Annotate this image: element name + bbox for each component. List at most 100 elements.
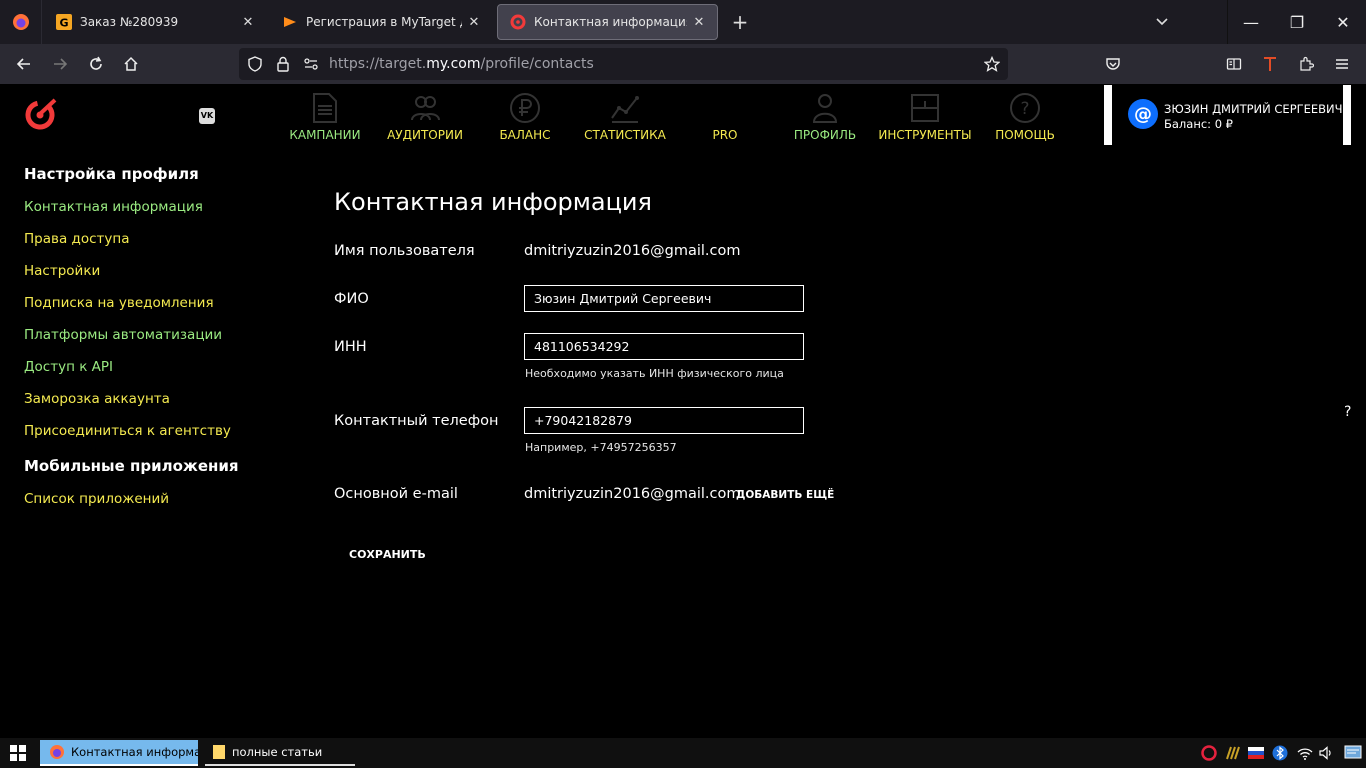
phone-hint: Например, +74957256357 (525, 441, 677, 454)
url-host: my.com (426, 56, 481, 72)
lock-icon[interactable] (271, 52, 295, 76)
phone-label: Контактный телефон (334, 413, 499, 429)
winrar-tray-icon[interactable] (1224, 743, 1242, 763)
page-title: Контактная информация (334, 188, 652, 216)
mytarget-favicon-icon (510, 14, 526, 30)
opera-tray-icon[interactable] (1200, 743, 1218, 763)
notes-icon (213, 745, 225, 759)
sidebar-item-join-agency[interactable]: Присоединиться к агентству (24, 423, 231, 439)
phone-input[interactable] (524, 407, 804, 434)
mail-at-icon: @ (1128, 99, 1158, 129)
menu-statistics[interactable]: СТАТИСТИКА (575, 88, 675, 142)
taskbar-label: полные статьи (232, 745, 323, 759)
wifi-icon[interactable] (1296, 743, 1314, 763)
tab-registration[interactable]: Регистрация в MyTarget для ф ✕ (270, 4, 492, 40)
inn-hint: Необходимо указать ИНН физического лица (525, 367, 784, 380)
help-icon: ? (975, 88, 1075, 128)
sidebar-item-notifications[interactable]: Подписка на уведомления (24, 295, 214, 311)
email-label: Основной e-mail (334, 486, 458, 502)
menu-pro[interactable]: PRO (675, 88, 775, 142)
sidebar-item-freeze-account[interactable]: Заморозка аккаунта (24, 391, 170, 407)
taskbar-folder[interactable]: полные статьи (205, 740, 355, 766)
menu-label: ПРОФИЛЬ (793, 128, 857, 142)
menu-balance[interactable]: БАЛАНС (475, 88, 575, 142)
sidebar-item-api-access[interactable]: Доступ к API (24, 359, 113, 375)
email-value: dmitriyzuzin2016@gmail.com (524, 486, 741, 502)
tab-title: Заказ №280939 (80, 15, 179, 29)
inn-input[interactable] (524, 333, 804, 360)
forward-icon[interactable] (48, 52, 72, 76)
person-icon (775, 88, 875, 128)
pocket-icon[interactable] (1101, 52, 1125, 76)
close-window-button[interactable]: ✕ (1320, 0, 1366, 44)
vk-icon[interactable]: VK (199, 108, 215, 124)
tab-title: Регистрация в MyTarget для ф (306, 15, 462, 29)
url-text[interactable]: https://target.my.com/profile/contacts (329, 56, 594, 72)
url-path: /profile/contacts (480, 56, 594, 72)
russian-flag-icon[interactable] (1247, 743, 1265, 763)
tab-close-icon[interactable]: ✕ (687, 15, 711, 30)
firefox-menu-button[interactable] (0, 0, 42, 44)
new-tab-button[interactable]: + (727, 9, 753, 35)
help-button[interactable]: ? (1344, 404, 1351, 420)
restore-button[interactable]: ❐ (1274, 0, 1320, 44)
list-all-tabs-icon[interactable] (1155, 13, 1169, 32)
reader-sidebar-icon[interactable] (1222, 52, 1246, 76)
svg-text:?: ? (1020, 99, 1029, 119)
t-extension-icon[interactable] (1258, 52, 1282, 76)
permissions-icon[interactable] (299, 52, 323, 76)
menu-tools[interactable]: ИНСТРУМЕНТЫ (875, 88, 975, 142)
menu-help[interactable]: ? ПОМОЩЬ (975, 88, 1075, 142)
tab-close-icon[interactable]: ✕ (462, 15, 486, 30)
ruble-icon (475, 88, 575, 128)
shield-icon[interactable] (243, 52, 267, 76)
menu-profile[interactable]: ПРОФИЛЬ (775, 88, 875, 142)
username-value: dmitriyzuzin2016@gmail.com (524, 243, 741, 259)
mytarget-logo[interactable] (24, 96, 60, 136)
document-icon (275, 88, 375, 128)
tab-contacts-active[interactable]: Контактная информация ✕ (497, 4, 718, 40)
volume-icon[interactable] (1317, 743, 1335, 763)
notification-center-icon[interactable] (1344, 743, 1362, 763)
tab-order[interactable]: G Заказ №280939 ✕ (44, 4, 266, 40)
user-balance: Баланс: 0 ₽ (1164, 117, 1233, 131)
sidebar-heading-mobile-apps: Мобильные приложения (24, 457, 239, 475)
menu-label: ПОМОЩЬ (995, 128, 1055, 142)
sidebar-item-app-list[interactable]: Список приложений (24, 491, 169, 507)
menu-label: КАМПАНИИ (289, 128, 361, 142)
sidebar-heading-profile: Настройка профиля (24, 165, 199, 183)
g-favicon-icon: G (56, 14, 72, 30)
bookmark-star-icon[interactable] (980, 52, 1004, 76)
firefox-icon (12, 14, 29, 30)
minimize-button[interactable]: — (1228, 0, 1274, 44)
menu-label: АУДИТОРИИ (387, 128, 463, 142)
fio-input[interactable] (524, 285, 804, 312)
url-prefix: https://target. (329, 56, 427, 72)
windows-start-icon[interactable] (10, 745, 26, 765)
sidebar-item-automation[interactable]: Платформы автоматизации (24, 327, 222, 343)
menu-label: БАЛАНС (499, 128, 551, 142)
menu-audiences[interactable]: АУДИТОРИИ (375, 88, 475, 142)
reload-icon[interactable] (84, 52, 108, 76)
home-icon[interactable] (119, 52, 143, 76)
hamburger-menu-icon[interactable] (1330, 52, 1354, 76)
menu-label: PRO (712, 128, 738, 142)
svg-text:G: G (59, 17, 68, 30)
add-email-button[interactable]: ДОБАВИТЬ ЕЩЁ (736, 489, 834, 501)
taskbar-label: Контактная информа... (71, 745, 198, 759)
sidebar-item-settings[interactable]: Настройки (24, 263, 100, 279)
tab-title: Контактная информация (534, 15, 687, 29)
menu-label: СТАТИСТИКА (584, 128, 666, 142)
sidebar-item-contacts[interactable]: Контактная информация (24, 199, 203, 215)
tab-close-icon[interactable]: ✕ (236, 15, 260, 30)
save-button[interactable]: СОХРАНИТЬ (349, 548, 426, 561)
menu-campaigns[interactable]: КАМПАНИИ (275, 88, 375, 142)
taskbar-firefox[interactable]: Контактная информа... (40, 740, 198, 766)
user-name[interactable]: ЗЮЗИН ДМИТРИЙ СЕРГЕЕВИЧ (1164, 102, 1343, 116)
extensions-icon[interactable] (1294, 52, 1318, 76)
sidebar-item-access-rights[interactable]: Права доступа (24, 231, 129, 247)
back-icon[interactable] (12, 52, 36, 76)
people-icon (375, 88, 475, 128)
bluetooth-icon[interactable] (1271, 743, 1289, 763)
arrow-favicon-icon (284, 17, 296, 27)
